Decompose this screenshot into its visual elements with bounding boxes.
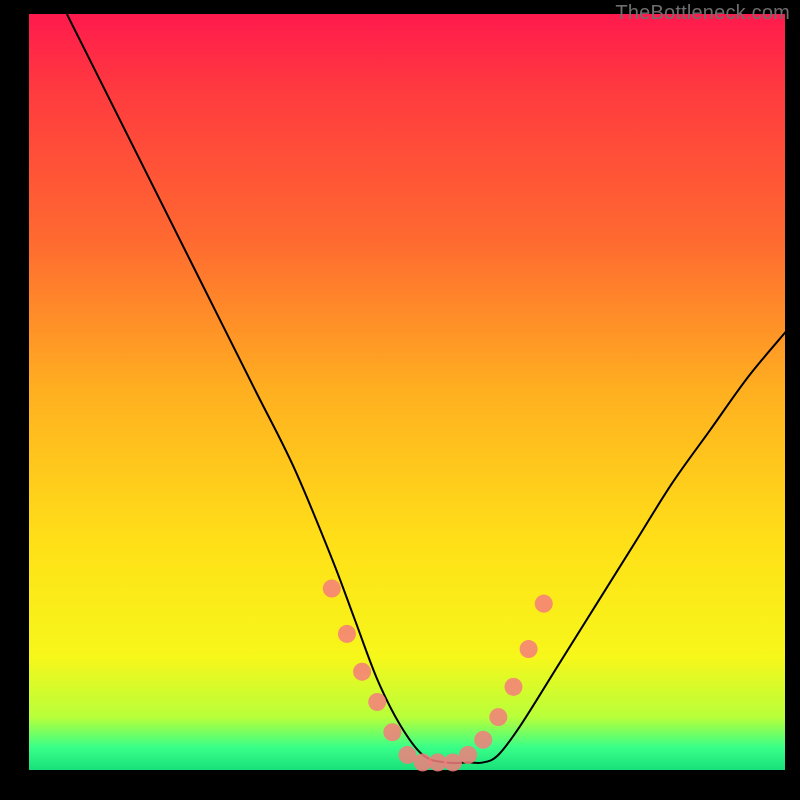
y-axis-line [14,14,16,786]
gradient-background [29,14,785,770]
chart-frame [14,14,786,786]
watermark-text: TheBottleneck.com [615,2,790,25]
x-axis-line [14,784,786,786]
